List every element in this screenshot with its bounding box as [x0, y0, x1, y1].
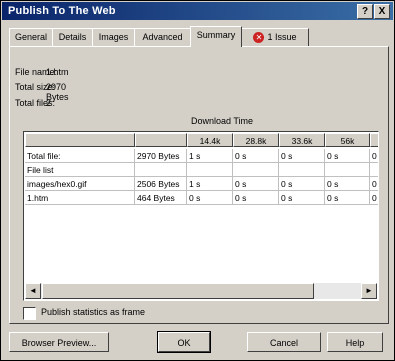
- table-cell: 464 Bytes: [135, 191, 187, 205]
- total-files-row: Total files: 2: [15, 98, 55, 108]
- table-cell: 2970 Bytes: [135, 149, 187, 163]
- table-cell: 0: [370, 149, 378, 163]
- table-cell: File list: [25, 163, 135, 177]
- table-cell: 1.htm: [25, 191, 135, 205]
- table-cell: [279, 163, 325, 177]
- table-header[interactable]: 14.4k: [187, 133, 233, 147]
- table-cell: 0 s: [279, 191, 325, 205]
- table-cell: Total file:: [25, 149, 135, 163]
- title-bar: Publish To The Web ? X: [2, 2, 393, 20]
- table-header[interactable]: [370, 133, 378, 147]
- help-button[interactable]: Help: [327, 332, 383, 352]
- table-cell: 0: [370, 191, 378, 205]
- total-size-row: Total size: 2970 Bytes: [15, 82, 69, 102]
- table-cell: 0 s: [325, 191, 370, 205]
- tab-images[interactable]: Images: [92, 28, 135, 46]
- stats-table[interactable]: 14.4k 28.8k 33.6k 56k Total file: 2970 B…: [23, 131, 379, 301]
- table-cell: 0: [370, 177, 378, 191]
- publish-statistics-label: Publish statistics as frame: [41, 307, 146, 317]
- error-x-icon: ✕: [253, 32, 265, 44]
- publish-statistics-checkbox[interactable]: [23, 307, 36, 320]
- table-header[interactable]: [25, 133, 135, 147]
- tab-strip: General Details Images Advanced Summary …: [9, 26, 389, 48]
- tab-details[interactable]: Details: [52, 28, 93, 46]
- table-cell: 0 s: [233, 177, 279, 191]
- table-cell: 0 s: [325, 149, 370, 163]
- table-cell: 0 s: [279, 177, 325, 191]
- table-cell: [187, 163, 233, 177]
- table-cell: 0 s: [325, 177, 370, 191]
- table-cell: 0 s: [187, 191, 233, 205]
- table-header[interactable]: 56k: [325, 133, 370, 147]
- download-time-label: Download Time: [191, 116, 254, 126]
- tab-issues[interactable]: ✕ 1 Issue: [241, 28, 309, 46]
- table-header[interactable]: 33.6k: [279, 133, 325, 147]
- table-cell: 2506 Bytes: [135, 177, 187, 191]
- table-header[interactable]: [135, 133, 187, 147]
- file-name-row: File name: 1.htm: [15, 67, 69, 77]
- table-cell: 1 s: [187, 149, 233, 163]
- cancel-button[interactable]: Cancel: [247, 332, 321, 352]
- scroll-right-button[interactable]: ►: [361, 283, 377, 299]
- tab-issues-label: 1 Issue: [267, 32, 297, 42]
- tab-advanced[interactable]: Advanced: [134, 28, 191, 46]
- table-cell: 0 s: [279, 149, 325, 163]
- tab-general[interactable]: General: [9, 28, 53, 46]
- window-title: Publish To The Web: [8, 5, 116, 17]
- table-cell: [325, 163, 370, 177]
- table-cell: [370, 163, 378, 177]
- table-cell: [135, 163, 187, 177]
- table-cell: 0 s: [233, 191, 279, 205]
- total-files-value: 2: [46, 98, 52, 108]
- tab-summary[interactable]: Summary: [190, 26, 242, 47]
- file-name-value: 1.htm: [46, 67, 69, 77]
- table-cell: [233, 163, 279, 177]
- horizontal-scrollbar[interactable]: ◄ ►: [25, 283, 377, 299]
- scroll-thumb[interactable]: [42, 283, 314, 299]
- table-cell: 0 s: [233, 149, 279, 163]
- scroll-left-button[interactable]: ◄: [25, 283, 41, 299]
- table-cell: images/hex0.gif: [25, 177, 135, 191]
- help-title-button[interactable]: ?: [357, 4, 373, 19]
- table-header[interactable]: 28.8k: [233, 133, 279, 147]
- ok-button[interactable]: OK: [157, 331, 211, 353]
- close-title-button[interactable]: X: [374, 4, 390, 19]
- browser-preview-button[interactable]: Browser Preview...: [9, 332, 109, 352]
- publish-dialog: Publish To The Web ? X General Details I…: [0, 0, 395, 361]
- table-cell: 1 s: [187, 177, 233, 191]
